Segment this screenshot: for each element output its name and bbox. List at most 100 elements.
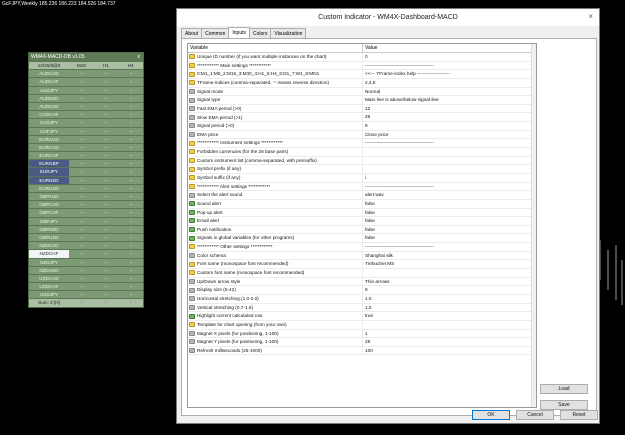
dashboard-row[interactable]: GBPUSD ~ ~ ~ [29,232,143,241]
input-value[interactable]: 2,4,5 [363,79,536,87]
dashboard-symbol[interactable]: GBPCAD [29,201,69,208]
input-row[interactable]: Refresh milliseconds (25-1000) 100 [188,346,536,356]
input-row[interactable]: Template for chart opening (from your ow… [188,320,536,330]
input-row[interactable]: Signal mode Normal [188,87,536,97]
tab-visualization[interactable]: Visualization [270,28,307,38]
dashboard-row[interactable]: GBPJPY ~ ~ ~ [29,216,143,225]
tab-common[interactable]: Common [201,28,230,38]
dashboard-row[interactable]: GBPAUD ~ ~ ~ [29,192,143,200]
input-row[interactable]: Magnet X pixels (for positioning, 1-100)… [188,329,536,339]
input-row[interactable]: ************ Main settings ************ -… [188,61,536,71]
input-row[interactable]: Unique ID number (if you want multiple i… [188,53,536,62]
dashboard-close-icon[interactable]: x [138,53,144,61]
column-variable[interactable]: Variable [188,44,363,52]
dashboard-symbol[interactable]: EURUSD [29,185,69,192]
input-value[interactable]: 1.0 [363,295,536,303]
dashboard-symbol[interactable]: EURCHF [29,152,69,159]
input-value[interactable]: 12 [363,105,536,113]
input-row[interactable]: Signal type Main-line is above/below sign… [188,96,536,105]
input-row[interactable]: Select the alert sound alert.wav [188,191,536,200]
input-value[interactable]: ----------------------------------------… [363,62,536,70]
dashboard-row[interactable]: CADCHF ~ ~ ~ [29,110,143,118]
dashboard-symbol[interactable]: EURNZD [29,176,69,184]
dashboard-symbol[interactable]: GBPAUD [29,193,69,200]
input-value[interactable]: ----------------------------------------… [363,139,536,147]
input-value[interactable]: false [363,226,536,234]
input-row[interactable]: TFrame-indices (comma-separated, '-' mea… [188,78,536,88]
input-row[interactable]: EMA price Close price [188,130,536,140]
reset-button[interactable]: Reset [560,410,598,420]
input-row[interactable]: Display size (5-42) 9 [188,286,536,295]
input-row[interactable]: Highlight current calculated row true [188,312,536,321]
tab-inputs[interactable]: Inputs [228,27,250,38]
input-value[interactable]: 1.0 [363,304,536,312]
dashboard-symbol[interactable]: NZDUSD [29,267,69,274]
input-row[interactable]: Forbidden currencies (for the 28 base pa… [188,148,536,157]
dashboard-row[interactable]: CHFJPY ~ ~ ~ [29,126,143,135]
dashboard-row[interactable]: AUDUSD ~ ~ ~ [29,101,143,110]
dashboard-symbol[interactable]: GBPCHF [29,209,69,216]
input-row[interactable]: Color schema Shanghai silk [188,251,536,261]
input-value[interactable]: Trebuchet MS [363,260,536,268]
dashboard-symbol[interactable]: GBPUSD [29,234,69,241]
dashboard-row[interactable]: EURCHF ~ ~ ~ [29,151,143,159]
input-value[interactable]: 26 [363,113,536,121]
input-value[interactable] [363,165,536,173]
input-value[interactable]: Normal [363,88,536,96]
dashboard-row[interactable]: EURNZD ~ ~ ~ [29,175,143,184]
dashboard-symbol[interactable]: CADJPY [29,119,69,126]
input-value[interactable]: Close price [363,131,536,139]
dashboard-row[interactable]: AUDNZD ~ ~ ~ [29,93,143,102]
input-row[interactable]: Up/Down arrow style Thin arrows [188,277,536,287]
input-value[interactable]: false [363,209,536,217]
dashboard-row[interactable]: AUDCAD ~ ~ ~ [29,69,143,77]
dashboard-row[interactable]: USDJPY ~ ~ ~ [29,290,143,298]
input-row[interactable]: ************ Instrument settings *******… [188,139,536,149]
input-row[interactable]: Font name (monospace font recommended) Tr… [188,260,536,270]
load-button[interactable]: Load [540,384,588,394]
input-value[interactable]: Main-line is above/below signal-line [363,96,536,104]
ok-button[interactable]: OK [472,410,510,420]
input-value[interactable]: i [363,174,536,182]
input-row[interactable]: Horizontal stretching (1.0-2.0) 1.0 [188,294,536,304]
dialog-titlebar[interactable]: Custom Indicator - WM4X-Dashboard-MACD × [177,9,599,26]
input-row[interactable]: Signal period (>0) 9 [188,122,536,131]
dashboard-row[interactable]: GBPNZD ~ ~ ~ [29,224,143,233]
input-value[interactable]: false [363,200,536,208]
dashboard-row[interactable]: AUDJPY ~ ~ ~ [29,85,143,94]
input-value[interactable]: ----------------------------------------… [363,183,536,191]
input-value[interactable]: 9 [363,122,536,130]
input-row[interactable]: 0:M1_1:M5_2:M15_3:M30_4:H1_5:H4_6:D1_7:W… [188,70,536,79]
tab-colors[interactable]: Colors [249,28,272,38]
input-row[interactable]: Fast EMA period (>0) 12 [188,104,536,114]
dashboard-symbol[interactable]: EURGBP [29,160,69,168]
close-icon[interactable]: × [588,12,593,21]
input-value[interactable]: 0 [363,53,536,61]
input-row[interactable]: Symbol prefix (if any) [188,165,536,174]
dashboard-symbol[interactable]: EURAUD [29,136,69,143]
input-row[interactable]: Slow EMA period (>1) 26 [188,113,536,123]
dashboard-row[interactable]: USDCAD ~ ~ ~ [29,273,143,282]
input-value[interactable] [363,269,536,277]
dashboard-row[interactable]: EURCAD ~ ~ ~ [29,142,143,151]
input-value[interactable]: <<--- TFrame-index help ----------------… [363,70,536,78]
dashboard-symbol[interactable]: AUDCHF [29,78,69,85]
input-row[interactable]: Symbol suffix (if any) i [188,173,536,183]
input-value[interactable]: 100 [363,347,536,355]
dashboard-row[interactable]: NZDUSD ~ ~ ~ [29,265,143,274]
input-value[interactable]: Shanghai silk [363,252,536,260]
dashboard-symbol[interactable]: USDJPY [29,291,69,298]
input-value[interactable]: 9 [363,286,536,294]
column-value[interactable]: Value [363,44,377,52]
dashboard-symbol[interactable]: GBPNZD [29,226,69,233]
dashboard-symbol[interactable]: EURCAD [29,144,69,151]
dashboard-symbol[interactable]: NZDCAD [29,242,69,249]
dashboard-row[interactable]: EURGBP ~ ~ ~ [29,159,143,168]
cancel-button[interactable]: Cancel [516,410,554,420]
dashboard-row[interactable]: EURUSD ~ ~ ~ [29,183,143,192]
dashboard-symbol[interactable]: EURJPY [29,168,69,176]
input-row[interactable]: Sound alert false [188,199,536,209]
input-value[interactable] [363,157,536,165]
dashboard-row[interactable]: USDCHF ~ ~ ~ [29,282,143,290]
input-value[interactable] [363,321,536,329]
